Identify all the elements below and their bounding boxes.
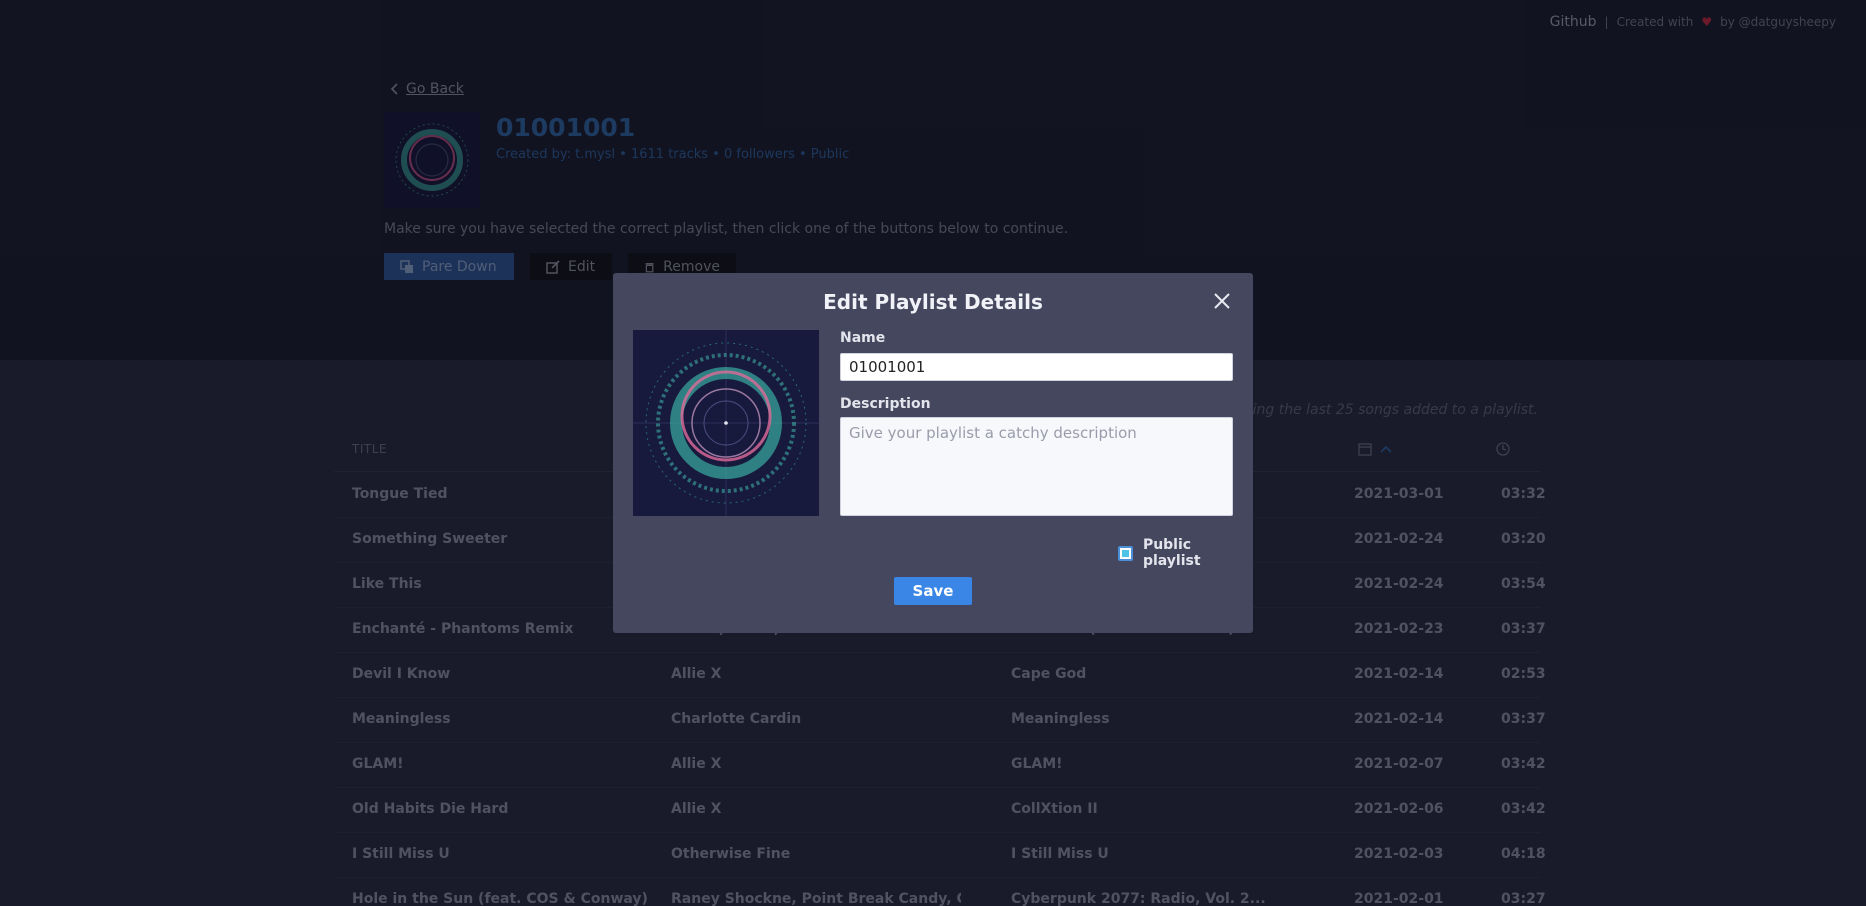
close-icon[interactable] xyxy=(1210,289,1234,313)
description-textarea[interactable] xyxy=(840,417,1233,516)
public-checkbox[interactable] xyxy=(1118,545,1133,561)
public-playlist-toggle[interactable]: Public playlist xyxy=(1118,537,1253,569)
playlist-cover-large[interactable] xyxy=(633,330,819,516)
name-input[interactable] xyxy=(840,353,1233,381)
save-button[interactable]: Save xyxy=(894,577,972,605)
description-label: Description xyxy=(840,396,931,412)
public-playlist-label: Public playlist xyxy=(1142,537,1201,569)
modal-title: Edit Playlist Details xyxy=(823,290,1043,314)
name-label: Name xyxy=(840,330,886,346)
edit-playlist-modal: Edit Playlist Details Name Description P… xyxy=(613,273,1253,633)
